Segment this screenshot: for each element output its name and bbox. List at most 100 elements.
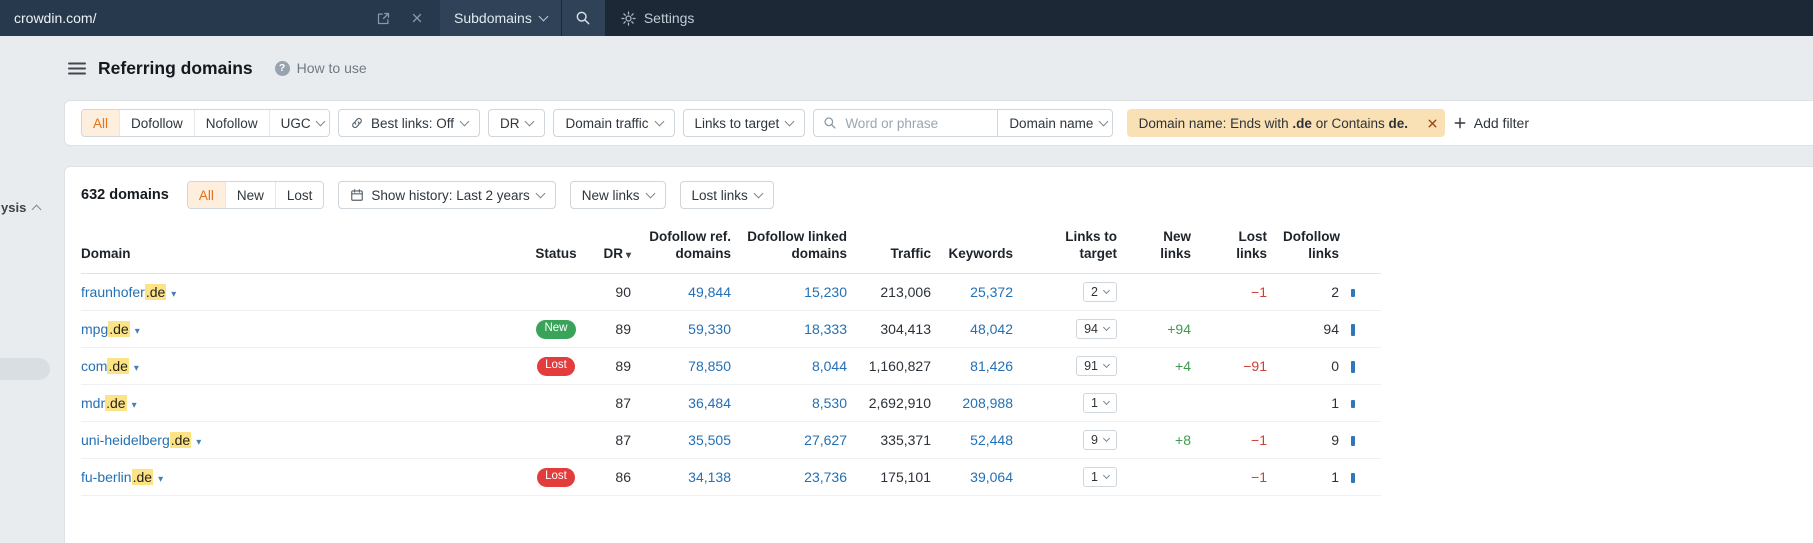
domain-link[interactable]: mdr xyxy=(81,395,105,411)
clear-url-icon[interactable] xyxy=(400,0,434,36)
links-to-target-select[interactable]: 91 xyxy=(1076,355,1117,376)
domain-cell: fraunhofer.de ▾ xyxy=(81,273,521,311)
lost-links-filter[interactable]: Lost links xyxy=(679,181,774,209)
links-to-target-select[interactable]: 2 xyxy=(1083,281,1117,302)
domain-dropdown-caret[interactable]: ▾ xyxy=(171,289,176,300)
dofollow-linked-link[interactable]: 18,333 xyxy=(804,321,847,337)
domain-dropdown-caret[interactable]: ▾ xyxy=(196,437,201,448)
status-tab-all[interactable]: All xyxy=(187,182,225,208)
chevron-down-icon xyxy=(315,116,326,126)
topbar: Subdomains Settings xyxy=(0,0,1813,36)
links-to-target-filter[interactable]: Links to target xyxy=(682,109,806,137)
domain-link[interactable]: fraunhofer xyxy=(81,284,145,300)
filters-bar: All Dofollow Nofollow UGC Best links: Of… xyxy=(64,100,1813,146)
new-links-filter[interactable]: New links xyxy=(569,181,666,209)
settings-button[interactable]: Settings xyxy=(605,0,711,36)
traffic-cell: 2,692,910 xyxy=(855,384,939,422)
dofollow-ref-link[interactable]: 78,850 xyxy=(688,358,731,374)
col-header-dofollow-linked[interactable]: Dofollow linked domains xyxy=(739,223,855,274)
active-filter-chip[interactable]: Domain name: Ends with .de or Contains d… xyxy=(1126,109,1445,137)
dofollow-ref-link[interactable]: 36,484 xyxy=(688,395,731,411)
dr-cell: 89 xyxy=(591,347,639,385)
add-filter-button[interactable]: Add filter xyxy=(1453,115,1529,131)
chevron-down-icon xyxy=(525,116,535,126)
domain-link[interactable]: com xyxy=(81,358,107,374)
col-header-traffic[interactable]: Traffic xyxy=(855,223,939,274)
remove-filter-icon[interactable] xyxy=(1420,109,1445,137)
domain-dropdown-caret[interactable]: ▾ xyxy=(134,363,139,374)
target-url-input[interactable] xyxy=(0,10,366,26)
col-header-links-to-target[interactable]: Links to target xyxy=(1021,223,1125,274)
domain-traffic-filter[interactable]: Domain traffic xyxy=(553,109,675,137)
tab-all[interactable]: All xyxy=(82,110,120,136)
keywords-cell: 25,372 xyxy=(939,273,1021,311)
keywords-link[interactable]: 25,372 xyxy=(970,284,1013,300)
dr-filter[interactable]: DR xyxy=(487,109,546,137)
tab-nofollow[interactable]: Nofollow xyxy=(193,110,269,136)
keywords-link[interactable]: 81,426 xyxy=(970,358,1013,374)
status-cell xyxy=(521,273,591,311)
domain-dropdown-caret[interactable]: ▾ xyxy=(158,474,163,485)
domain-link[interactable]: uni-heidelberg xyxy=(81,432,170,448)
links-to-target-select[interactable]: 9 xyxy=(1083,429,1117,450)
tab-ugc[interactable]: UGC xyxy=(268,110,329,136)
col-header-keywords[interactable]: Keywords xyxy=(939,223,1021,274)
col-header-lost-links[interactable]: Lost links xyxy=(1199,223,1275,274)
domain-dropdown-caret[interactable]: ▾ xyxy=(135,326,140,337)
dofollow-linked-link[interactable]: 8,530 xyxy=(812,395,847,411)
dofollow-links-cell: 1 xyxy=(1275,458,1347,496)
word-search-input[interactable] xyxy=(837,110,998,136)
chevron-down-icon xyxy=(1102,361,1111,369)
col-header-domain[interactable]: Domain xyxy=(81,223,521,274)
col-header-dr[interactable]: DR ▾ xyxy=(591,223,639,274)
open-external-icon[interactable] xyxy=(366,0,400,36)
dofollow-linked-cell: 8,044 xyxy=(739,347,855,385)
referring-domains-card: 632 domains All New Lost Show history: L… xyxy=(64,166,1813,543)
keywords-link[interactable]: 52,448 xyxy=(970,432,1013,448)
domain-highlight: .de xyxy=(105,394,127,411)
dofollow-ref-link[interactable]: 35,505 xyxy=(688,432,731,448)
how-to-use-link[interactable]: ? How to use xyxy=(274,60,367,76)
tab-dofollow[interactable]: Dofollow xyxy=(119,110,194,136)
dofollow-ref-link[interactable]: 34,138 xyxy=(688,469,731,485)
best-links-filter[interactable]: Best links: Off xyxy=(337,109,480,137)
search-button[interactable] xyxy=(560,0,605,36)
keywords-link[interactable]: 208,988 xyxy=(962,395,1013,411)
dofollow-ref-link[interactable]: 49,844 xyxy=(688,284,731,300)
sidebar-item-label: ysis xyxy=(1,200,27,215)
active-filter-text: Domain name: Ends with .de or Contains d… xyxy=(1138,115,1408,131)
dofollow-linked-link[interactable]: 8,044 xyxy=(812,358,847,374)
dofollow-linked-link[interactable]: 27,627 xyxy=(804,432,847,448)
col-header-new-links[interactable]: New links xyxy=(1125,223,1199,274)
links-to-target-select[interactable]: 1 xyxy=(1083,392,1117,413)
search-scope-select[interactable]: Domain name xyxy=(997,110,1111,136)
dofollow-ref-link[interactable]: 59,330 xyxy=(688,321,731,337)
lost-links-cell xyxy=(1199,310,1275,348)
keywords-link[interactable]: 48,042 xyxy=(970,321,1013,337)
main-content: Referring domains ? How to use All Dofol… xyxy=(64,36,1813,543)
gear-icon xyxy=(621,10,636,26)
show-history-filter[interactable]: Show history: Last 2 years xyxy=(338,181,556,209)
keywords-link[interactable]: 39,064 xyxy=(970,469,1013,485)
link-icon xyxy=(352,118,362,128)
links-to-target-select[interactable]: 1 xyxy=(1083,466,1117,487)
menu-icon[interactable] xyxy=(68,61,86,76)
dofollow-linked-link[interactable]: 15,230 xyxy=(804,284,847,300)
links-to-target-cell: 1 xyxy=(1021,384,1125,422)
dofollow-linked-link[interactable]: 23,736 xyxy=(804,469,847,485)
links-to-target-select[interactable]: 94 xyxy=(1076,318,1117,339)
col-header-status[interactable]: Status xyxy=(521,223,591,274)
sidebar-item-selected[interactable] xyxy=(0,358,50,380)
status-tab-new[interactable]: New xyxy=(224,182,275,208)
domain-link[interactable]: fu-berlin xyxy=(81,469,132,485)
sidebar-item-analysis[interactable]: ysis xyxy=(1,200,42,215)
target-url-box xyxy=(0,0,440,36)
domain-link[interactable]: mpg xyxy=(81,321,108,337)
mode-selector[interactable]: Subdomains xyxy=(440,0,561,36)
chevron-down-icon xyxy=(784,116,795,126)
chevron-down-icon xyxy=(1102,398,1111,406)
col-header-dofollow-ref[interactable]: Dofollow ref. domains xyxy=(639,223,739,274)
domain-dropdown-caret[interactable]: ▾ xyxy=(132,400,137,411)
status-tab-lost[interactable]: Lost xyxy=(274,182,324,208)
col-header-dofollow-links[interactable]: Dofollow links xyxy=(1275,223,1347,274)
